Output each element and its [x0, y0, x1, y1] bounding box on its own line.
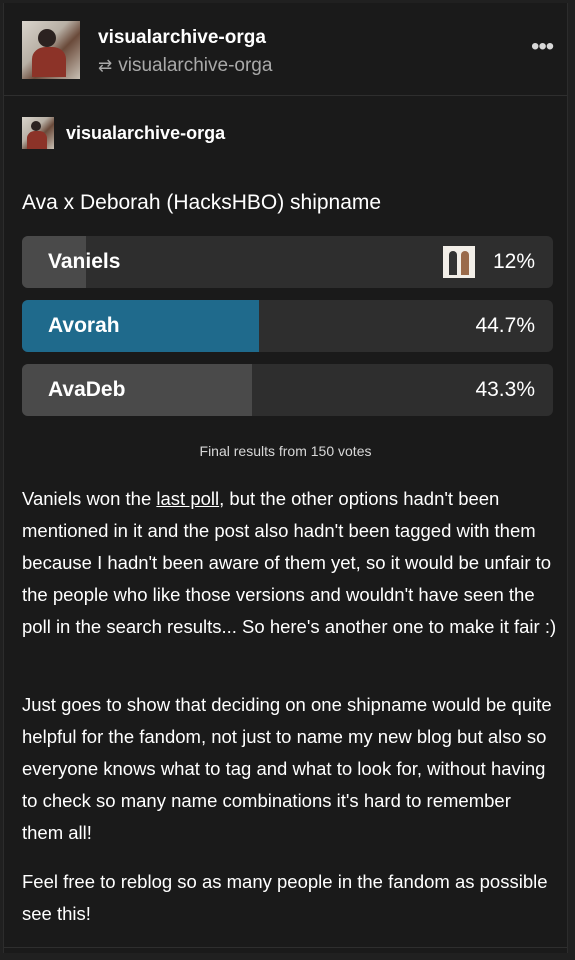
poll-option-label: Vaniels — [48, 250, 121, 273]
poll-option-percent: 43.3% — [475, 378, 535, 401]
poll-option-avadeb[interactable]: AvaDeb 43.3% — [22, 364, 553, 416]
paragraph-text: Vaniels won the — [22, 488, 157, 509]
divider — [4, 947, 567, 948]
post-header: visualarchive-orga ⇄ visualarchive-orga … — [4, 3, 567, 96]
body-paragraph-1: Vaniels won the last poll, but the other… — [22, 483, 557, 643]
poll-question: Ava x Deborah (HacksHBO) shipname — [22, 191, 382, 214]
reblog-avatar[interactable] — [22, 117, 54, 149]
paragraph-text: , but the other options hadn't been ment… — [22, 488, 557, 637]
poll-option-avorah[interactable]: Avorah 44.7% — [22, 300, 553, 352]
reblogged-from[interactable]: ⇄ visualarchive-orga — [98, 55, 272, 77]
body-paragraph-2: Just goes to show that deciding on one s… — [22, 694, 552, 843]
reblog-trail-header: visualarchive-orga — [22, 117, 225, 149]
poll-footer: Final results from 150 votes — [199, 443, 372, 459]
poll-option-vaniels[interactable]: Vaniels 12% — [22, 236, 553, 288]
poll-option-image — [443, 246, 475, 278]
poll-option-label: AvaDeb — [48, 378, 126, 401]
post-card: visualarchive-orga ⇄ visualarchive-orga … — [3, 3, 568, 953]
more-horizontal-icon[interactable]: ••• — [531, 35, 554, 59]
poll-option-percent: 12% — [492, 250, 535, 273]
poll-option-label: Avorah — [48, 314, 120, 337]
reblog-icon: ⇄ — [98, 56, 113, 75]
poll-option-percent: 44.7% — [475, 314, 535, 337]
reblog-blog-name[interactable]: visualarchive-orga — [66, 123, 225, 144]
last-poll-link[interactable]: last poll — [156, 488, 219, 509]
body-paragraph-3: Feel free to reblog so as many people in… — [22, 871, 548, 924]
blog-name[interactable]: visualarchive-orga — [98, 27, 266, 49]
reblogged-from-name: visualarchive-orga — [118, 55, 273, 76]
avatar[interactable] — [22, 21, 80, 79]
